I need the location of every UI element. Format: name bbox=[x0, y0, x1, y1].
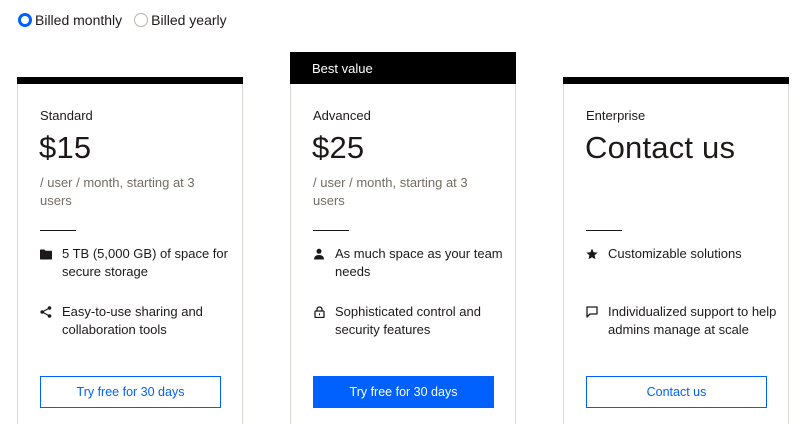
feature-item: Customizable solutions bbox=[586, 245, 781, 263]
billed-monthly-label: Billed monthly bbox=[35, 12, 123, 28]
feature-text: As much space as your team needs bbox=[335, 246, 503, 279]
best-value-badge: Best value bbox=[290, 52, 516, 84]
folder-icon bbox=[40, 248, 52, 260]
plan-card-advanced: Advanced $25 / user / month, starting at… bbox=[290, 77, 516, 424]
feature-item: As much space as your team needs bbox=[313, 245, 508, 281]
billing-toggle: Billed monthly Billed yearly bbox=[18, 12, 239, 28]
feature-item: Easy-to-use sharing and collaboration to… bbox=[40, 303, 235, 339]
feature-text: Easy-to-use sharing and collaboration to… bbox=[62, 304, 203, 337]
feature-item: Individualized support to help admins ma… bbox=[586, 303, 781, 339]
billed-monthly-radio[interactable] bbox=[18, 13, 32, 27]
chat-icon bbox=[586, 306, 598, 318]
divider bbox=[40, 230, 76, 231]
person-icon bbox=[313, 248, 325, 260]
feature-text: 5 TB (5,000 GB) of space for secure stor… bbox=[62, 246, 228, 279]
feature-text: Customizable solutions bbox=[608, 246, 742, 261]
plan-price: Contact us bbox=[585, 130, 736, 165]
feature-text: Individualized support to help admins ma… bbox=[608, 304, 777, 337]
billed-monthly-option[interactable]: Billed monthly bbox=[18, 12, 122, 28]
plan-name: Standard bbox=[40, 108, 93, 123]
plan-name: Enterprise bbox=[586, 108, 646, 123]
plan-price: $25 bbox=[312, 130, 365, 165]
feature-text: Sophisticated control and security featu… bbox=[335, 304, 481, 337]
plan-card-standard: Standard $15 / user / month, starting at… bbox=[17, 77, 243, 424]
share-icon bbox=[40, 306, 52, 318]
plan-price: $15 bbox=[39, 130, 92, 165]
contact-us-button[interactable]: Contact us bbox=[586, 376, 767, 408]
plan-card-enterprise: Enterprise Contact us Customizable solut… bbox=[563, 77, 789, 424]
lock-icon bbox=[313, 306, 325, 318]
price-note: / user / month, starting at 3 users bbox=[40, 175, 195, 208]
divider bbox=[313, 230, 349, 231]
feature-item: Sophisticated control and security featu… bbox=[313, 303, 508, 339]
billed-yearly-option[interactable]: Billed yearly bbox=[134, 12, 227, 28]
star-icon bbox=[586, 248, 598, 260]
try-free-button[interactable]: Try free for 30 days bbox=[313, 376, 494, 408]
try-free-button[interactable]: Try free for 30 days bbox=[40, 376, 221, 408]
divider bbox=[586, 230, 622, 231]
feature-item: 5 TB (5,000 GB) of space for secure stor… bbox=[40, 245, 235, 281]
plan-name: Advanced bbox=[313, 108, 371, 123]
billed-yearly-label: Billed yearly bbox=[151, 12, 227, 28]
billed-yearly-radio[interactable] bbox=[134, 13, 149, 27]
price-note: / user / month, starting at 3 users bbox=[313, 175, 468, 208]
